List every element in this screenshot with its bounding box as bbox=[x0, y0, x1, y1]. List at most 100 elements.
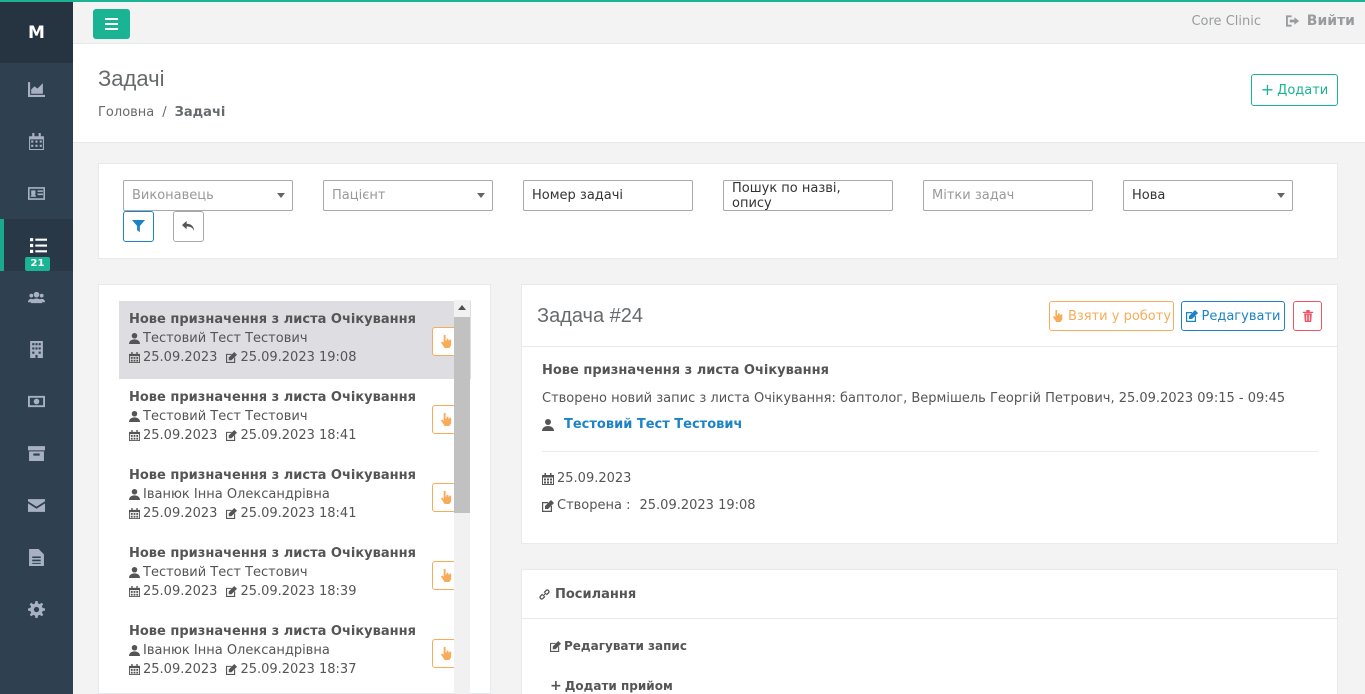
task-detail-header: Задача #24 Взяти у роботу Редагувати bbox=[522, 285, 1337, 347]
task-title: Нове призначення з листа Очікування bbox=[129, 468, 416, 483]
task-date: 25.09.2023 bbox=[557, 471, 632, 486]
task-list-item[interactable]: Нове призначення з листа Очікування Іван… bbox=[119, 613, 471, 691]
task-person: Тестовий Тест Тестович bbox=[143, 331, 308, 346]
menu-toggle-button[interactable] bbox=[93, 9, 130, 39]
task-date: 25.09.2023 bbox=[143, 428, 218, 443]
logout-link[interactable]: Вийти bbox=[1285, 13, 1355, 29]
task-person: Іванюк Інна Олександрівна bbox=[143, 487, 330, 502]
task-title: Нове призначення з листа Очікування bbox=[129, 390, 416, 405]
calendar-icon bbox=[129, 664, 140, 675]
caret-down-icon bbox=[277, 193, 285, 198]
edit-icon bbox=[226, 664, 238, 675]
task-person-line: Іванюк Інна Олександрівна bbox=[129, 485, 461, 504]
sidebar-item-documents[interactable] bbox=[0, 531, 73, 583]
sidebar-item-statistics[interactable] bbox=[0, 63, 73, 115]
task-date: 25.09.2023 bbox=[143, 506, 218, 521]
sidebar-item-staff[interactable] bbox=[0, 271, 73, 323]
add-task-label: Додати bbox=[1277, 82, 1329, 98]
sidebar-item-tasks[interactable]: 21 bbox=[0, 219, 73, 271]
edit-icon bbox=[550, 640, 561, 652]
sidebar-item-clinic[interactable] bbox=[0, 323, 73, 375]
sidebar-item-archive[interactable] bbox=[0, 427, 73, 479]
task-created-label: Створена : bbox=[557, 498, 631, 513]
task-person-line: Тестовий Тест Тестович bbox=[129, 563, 461, 582]
task-date: 25.09.2023 bbox=[143, 662, 218, 677]
logo[interactable]: M bbox=[28, 23, 45, 43]
edit-icon bbox=[1185, 310, 1198, 322]
edit-task-button[interactable]: Редагувати bbox=[1181, 301, 1285, 331]
hamburger-icon bbox=[105, 18, 118, 30]
delete-task-button[interactable] bbox=[1293, 301, 1322, 331]
caret-down-icon bbox=[1277, 193, 1285, 198]
task-edited: 25.09.2023 19:08 bbox=[240, 350, 357, 365]
sidebar-header: M bbox=[0, 0, 73, 63]
task-detail-panel: Задача #24 Взяти у роботу Редагувати Нов… bbox=[521, 284, 1338, 544]
task-list-scrollbar[interactable] bbox=[454, 300, 470, 694]
plus-icon: + bbox=[1260, 80, 1275, 99]
task-dates-line: 25.09.2023 25.09.2023 18:39 bbox=[129, 582, 461, 601]
apply-filter-button[interactable] bbox=[123, 211, 154, 242]
envelope-icon bbox=[28, 498, 45, 512]
sidebar-item-patients[interactable] bbox=[0, 167, 73, 219]
sidebar-item-finance[interactable] bbox=[0, 375, 73, 427]
archive-icon bbox=[28, 445, 45, 461]
breadcrumb: Головна / Задачі bbox=[98, 105, 225, 120]
status-select[interactable]: Нова bbox=[1123, 180, 1293, 211]
edit-record-link[interactable]: Редагувати запис bbox=[550, 639, 687, 653]
user-icon bbox=[129, 489, 140, 500]
file-icon bbox=[29, 548, 44, 566]
tags-input[interactable]: Мітки задач bbox=[923, 180, 1093, 211]
executor-placeholder: Виконавець bbox=[132, 188, 214, 203]
edit-icon bbox=[226, 352, 238, 363]
task-patient-link[interactable]: Тестовий Тест Тестович bbox=[542, 417, 742, 432]
patient-select[interactable]: Пацієнт bbox=[323, 180, 493, 211]
divider bbox=[542, 451, 1318, 452]
scrollbar-thumb[interactable] bbox=[454, 317, 470, 513]
undo-icon bbox=[182, 220, 195, 232]
plus-icon: + bbox=[550, 677, 562, 694]
task-edited: 25.09.2023 18:37 bbox=[240, 662, 357, 677]
task-dates-line: 25.09.2023 25.09.2023 18:41 bbox=[129, 504, 461, 523]
edit-icon bbox=[226, 508, 238, 519]
task-number-text: Номер задачі bbox=[532, 188, 624, 203]
task-list: Нове призначення з листа Очікування Тест… bbox=[119, 301, 471, 694]
sidebar-item-calendar[interactable] bbox=[0, 115, 73, 167]
task-list-item[interactable]: Нове призначення з листа Очікування Іван… bbox=[119, 457, 471, 535]
task-person: Іванюк Інна Олександрівна bbox=[143, 643, 330, 658]
task-detail-title: Задача #24 bbox=[537, 305, 644, 327]
task-list-item[interactable]: Нове призначення з листа Очікування Тест… bbox=[119, 535, 471, 613]
breadcrumb-home[interactable]: Головна bbox=[98, 105, 154, 120]
executor-select[interactable]: Виконавець bbox=[123, 180, 293, 211]
task-list-item[interactable]: Нове призначення з листа Очікування Тест… bbox=[119, 301, 471, 379]
page-title: Задачі bbox=[98, 66, 165, 91]
scroll-up-arrow-icon[interactable] bbox=[458, 305, 466, 310]
id-card-icon bbox=[28, 186, 45, 200]
task-person: Тестовий Тест Тестович bbox=[143, 565, 308, 580]
hand-pointer-icon bbox=[440, 569, 452, 582]
hand-pointer-icon bbox=[440, 413, 452, 426]
tags-placeholder: Мітки задач bbox=[932, 188, 1015, 203]
task-number-input[interactable]: Номер задачі bbox=[523, 180, 693, 211]
calendar-icon bbox=[129, 586, 140, 597]
take-in-work-button[interactable]: Взяти у роботу bbox=[1049, 301, 1174, 331]
task-patient-name[interactable]: Тестовий Тест Тестович bbox=[564, 417, 742, 432]
hand-pointer-icon bbox=[440, 647, 452, 660]
building-icon bbox=[30, 340, 43, 358]
sidebar-item-settings[interactable] bbox=[0, 583, 73, 635]
search-input[interactable]: Пошук по назві, опису bbox=[723, 180, 893, 211]
add-appointment-link[interactable]: + Додати прийом bbox=[550, 677, 673, 694]
add-task-button[interactable]: + Додати bbox=[1251, 74, 1338, 106]
sidebar-item-messages[interactable] bbox=[0, 479, 73, 531]
reset-filter-button[interactable] bbox=[173, 211, 204, 242]
task-date: 25.09.2023 bbox=[143, 584, 218, 599]
calendar-icon bbox=[542, 472, 554, 485]
links-panel: Посилання Редагувати запис + Додати прий… bbox=[521, 569, 1338, 694]
task-dates-line: 25.09.2023 25.09.2023 19:08 bbox=[129, 348, 461, 367]
status-value: Нова bbox=[1132, 188, 1166, 203]
links-title: Посилання bbox=[555, 586, 637, 602]
task-list-item[interactable]: Нове призначення з листа Очікування Тест… bbox=[119, 379, 471, 457]
hand-pointer-icon bbox=[1052, 310, 1063, 322]
edit-record-label: Редагувати запис bbox=[564, 639, 687, 653]
gear-icon bbox=[28, 600, 45, 618]
user-icon bbox=[129, 333, 140, 344]
